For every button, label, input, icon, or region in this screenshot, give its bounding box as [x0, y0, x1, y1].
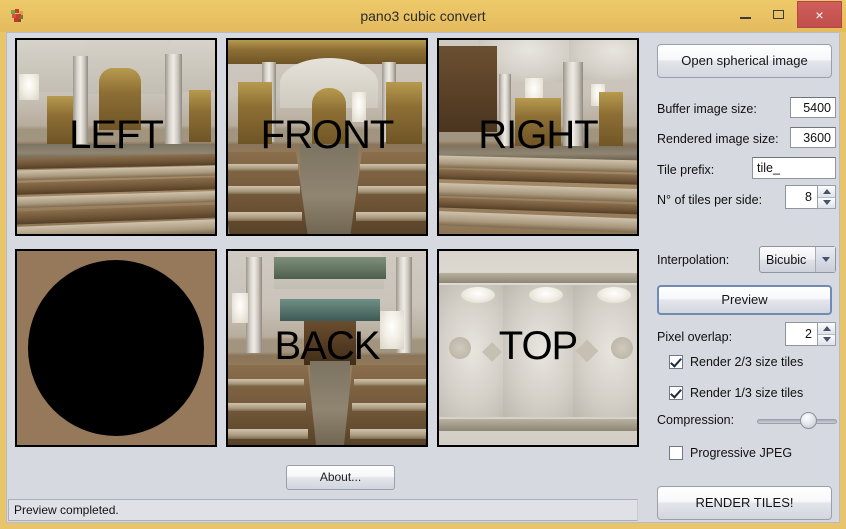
- tiles-per-side-decrement[interactable]: [818, 197, 835, 208]
- render-two-thirds-label: Render 2/3 size tiles: [690, 355, 804, 369]
- pixel-overlap-value[interactable]: 2: [785, 322, 817, 346]
- compression-slider[interactable]: [757, 412, 837, 430]
- preview-button[interactable]: Preview: [657, 285, 832, 315]
- interpolation-select[interactable]: Bicubic: [759, 246, 836, 273]
- nadir-blackout-circle: [28, 260, 204, 436]
- render-one-third-checkbox[interactable]: Render 1/3 size tiles: [669, 386, 803, 400]
- client-area: LEFT FRONT RIGHT BACK TOP About... Previ…: [6, 32, 840, 523]
- cube-face-left[interactable]: LEFT: [15, 38, 217, 236]
- cube-face-top[interactable]: TOP: [437, 249, 639, 447]
- checkbox-empty-icon: [669, 446, 683, 460]
- cube-face-top-image: [439, 251, 637, 445]
- cube-face-preview-grid: LEFT FRONT RIGHT BACK TOP: [15, 38, 647, 458]
- chevron-down-glyph: [821, 257, 830, 262]
- buffer-image-size-label: Buffer image size:: [657, 102, 757, 116]
- maximize-button[interactable]: [763, 0, 793, 29]
- minimize-button[interactable]: [730, 0, 760, 29]
- compression-slider-track[interactable]: [757, 419, 837, 424]
- application-window: pano3 cubic convert × LEFT FRONT RIGHT B…: [0, 0, 846, 529]
- chevron-up-icon: [822, 325, 831, 331]
- interpolation-selected-value: Bicubic: [766, 252, 807, 267]
- about-button[interactable]: About...: [286, 465, 395, 490]
- tile-prefix-label: Tile prefix:: [657, 163, 715, 177]
- render-tiles-button[interactable]: RENDER TILES!: [657, 486, 832, 520]
- open-spherical-image-button[interactable]: Open spherical image: [657, 44, 832, 78]
- window-title: pano3 cubic convert: [360, 8, 486, 24]
- cube-face-front[interactable]: FRONT: [226, 38, 428, 236]
- pixel-overlap-label: Pixel overlap:: [657, 330, 733, 344]
- compression-slider-thumb[interactable]: [800, 412, 817, 429]
- tile-prefix-input[interactable]: tile_: [752, 157, 836, 179]
- chevron-down-icon[interactable]: [815, 247, 835, 272]
- cube-face-left-image: [17, 40, 215, 234]
- checkmark-icon: [669, 386, 683, 400]
- close-button[interactable]: ×: [797, 1, 842, 28]
- rendered-image-size-label: Rendered image size:: [657, 132, 779, 146]
- cube-face-right-image: [439, 40, 637, 234]
- tiles-per-side-value[interactable]: 8: [785, 185, 817, 209]
- cube-face-right[interactable]: RIGHT: [437, 38, 639, 236]
- cube-face-back[interactable]: BACK: [226, 249, 428, 447]
- tiles-per-side-label: N° of tiles per side:: [657, 193, 763, 207]
- cube-face-back-image: [228, 251, 426, 445]
- tiles-per-side-arrows: [817, 185, 836, 209]
- buffer-image-size-input[interactable]: 5400: [790, 97, 836, 118]
- compression-label: Compression:: [657, 413, 735, 427]
- rendered-image-size-input[interactable]: 3600: [790, 127, 836, 148]
- chevron-down-icon: [822, 337, 831, 343]
- progressive-jpeg-checkbox[interactable]: Progressive JPEG: [669, 446, 792, 460]
- pixel-overlap-stepper[interactable]: 2: [785, 322, 836, 346]
- title-bar: pano3 cubic convert ×: [0, 0, 846, 32]
- chevron-up-icon: [822, 188, 831, 194]
- render-one-third-label: Render 1/3 size tiles: [690, 386, 804, 400]
- interpolation-label: Interpolation:: [657, 253, 730, 267]
- tiles-per-side-stepper[interactable]: 8: [785, 185, 836, 209]
- close-icon: ×: [815, 6, 824, 23]
- pixel-overlap-arrows: [817, 322, 836, 346]
- cube-face-front-image: [228, 40, 426, 234]
- status-bar: Preview completed.: [8, 499, 638, 521]
- pixel-overlap-decrement[interactable]: [818, 334, 835, 345]
- minimize-icon: [739, 17, 751, 19]
- tiles-per-side-increment[interactable]: [818, 186, 835, 198]
- progressive-jpeg-label: Progressive JPEG: [690, 446, 793, 460]
- maximize-icon: [772, 10, 784, 19]
- control-panel: Open spherical image Buffer image size: …: [647, 33, 841, 522]
- chevron-down-icon: [822, 200, 831, 206]
- checkmark-icon: [669, 355, 683, 369]
- pixel-overlap-increment[interactable]: [818, 323, 835, 335]
- render-two-thirds-checkbox[interactable]: Render 2/3 size tiles: [669, 355, 803, 369]
- status-text: Preview completed.: [14, 503, 119, 517]
- cube-face-bottom[interactable]: [15, 249, 217, 447]
